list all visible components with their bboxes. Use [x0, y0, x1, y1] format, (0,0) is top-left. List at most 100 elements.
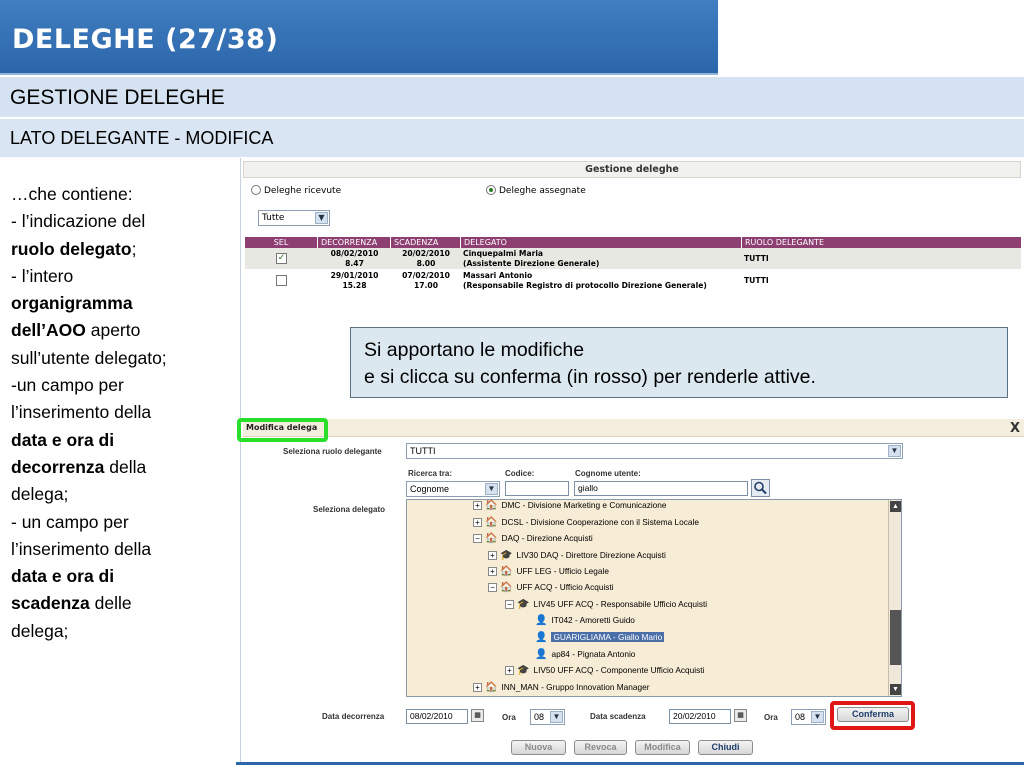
end-hour-select[interactable]: 08 ▼: [791, 709, 826, 725]
tree-node[interactable]: − 🏠 DAQ - Direzione Acquisti: [473, 531, 593, 545]
collapse-icon[interactable]: −: [505, 600, 514, 610]
desc-line: data e ora di: [11, 563, 236, 590]
delegate-label: Seleziona delegato: [313, 505, 386, 514]
search-label: Ricerca tra:: [408, 469, 453, 478]
dec-time: 15.28: [342, 280, 367, 290]
expand-icon[interactable]: +: [473, 501, 482, 511]
revoke-button[interactable]: Revoca: [574, 740, 627, 755]
tree-node-label: INN_MAN - Gruppo Innovation Manager: [501, 682, 650, 692]
tree-node[interactable]: − 🏠 UFF ACQ - Ufficio Acquisti: [488, 580, 614, 594]
desc-bold: ruolo delegato: [11, 238, 132, 259]
row-checkbox[interactable]: [276, 275, 287, 286]
scroll-thumb[interactable]: [890, 610, 901, 665]
tree-node[interactable]: + 🏠 DMC - Divisione Marketing e Comunicazi…: [473, 500, 667, 512]
sca-date: 20/02/2010: [402, 249, 450, 258]
col-ruolo: RUOLO DELEGANTE: [745, 238, 825, 247]
radio-received[interactable]: [251, 185, 261, 195]
tree-node-label: DMC - Divisione Marketing e Comunicazion…: [501, 500, 667, 510]
house-icon: 🏠: [500, 565, 513, 577]
sca-date: 07/02/2010: [402, 271, 450, 280]
tree-node-label: DAQ - Direzione Acquisti: [501, 533, 593, 543]
start-hour-select[interactable]: 08 ▼: [530, 709, 565, 725]
row-decorrenza: 08/02/2010 8.47: [318, 249, 391, 268]
chevron-down-icon: ▼: [550, 711, 563, 723]
tree-node[interactable]: + 🎓 LIV30 DAQ - Direttore Direzione Acquis…: [488, 548, 666, 562]
search-button[interactable]: [751, 479, 770, 497]
expand-icon[interactable]: +: [488, 551, 497, 561]
desc-line: - l’indicazione del: [11, 211, 146, 232]
radio-assigned-label: Deleghe assegnate: [499, 186, 586, 196]
expand-icon[interactable]: +: [488, 567, 497, 577]
start-hour-value: 08: [534, 712, 545, 722]
surname-input[interactable]: giallo: [574, 481, 748, 496]
desc-line: sull’utente delegato;: [11, 347, 167, 368]
code-label: Codice:: [505, 469, 535, 478]
user-icon: 👤: [535, 631, 548, 643]
delegate-role: (Assistente Direzione Generale): [463, 258, 600, 268]
calendar-icon[interactable]: ▦: [734, 709, 747, 722]
desc-bold: dell’AOO: [11, 320, 86, 341]
tree-node-selected[interactable]: 👤 GUARIGLIAMA - Giallo Mario: [535, 630, 665, 644]
desc-bold: data e ora di: [11, 429, 115, 450]
row-checkbox[interactable]: ✓: [276, 253, 287, 264]
tree-node[interactable]: − 🎓 LIV45 UFF ACQ - Responsabile Ufficio A…: [505, 597, 707, 611]
code-input[interactable]: [505, 481, 569, 496]
tree-node[interactable]: 👤 IT042 - Amoretti Guido: [535, 613, 635, 627]
row-ruolo: TUTTI: [744, 254, 769, 263]
tree-node[interactable]: + 🏠 DCSL - Divisione Cooperazione con il S…: [473, 515, 699, 529]
highlight-modifica: [237, 418, 328, 442]
desc-line: l’inserimento della: [11, 538, 152, 559]
col-sel: SEL: [245, 237, 318, 248]
edit-button[interactable]: Modifica: [635, 740, 690, 755]
start-date-label: Data decorrenza: [322, 712, 385, 721]
end-date-input[interactable]: 20/02/2010: [669, 709, 731, 724]
desc-line: decorrenza della: [11, 454, 236, 481]
calendar-icon[interactable]: ▦: [471, 709, 484, 722]
dec-time: 8.47: [345, 258, 364, 268]
radio-assigned[interactable]: [486, 185, 496, 195]
highlight-confirm: [830, 701, 915, 730]
delegate-name: Massari Antonio: [463, 271, 533, 280]
row-scadenza: 20/02/2010 8.00: [391, 249, 461, 268]
start-date-input[interactable]: 08/02/2010: [406, 709, 468, 724]
new-button[interactable]: Nuova: [511, 740, 566, 755]
tree-node[interactable]: + 🎓 LIV50 UFF ACQ - Componente Ufficio Acq…: [505, 663, 704, 677]
chevron-down-icon: ▼: [811, 711, 824, 723]
close-button[interactable]: Chiudi: [698, 740, 753, 755]
filter-select[interactable]: Tutte ▼: [258, 210, 330, 226]
expand-icon[interactable]: +: [505, 666, 514, 676]
search-field-select[interactable]: Cognome ▼: [406, 481, 500, 497]
tree-node-label: LIV45 UFF ACQ - Responsabile Ufficio Acq…: [533, 599, 708, 609]
tree-node[interactable]: + 🏠 UFF LEG - Ufficio Legale: [488, 564, 609, 578]
desc-text: delle: [89, 593, 132, 614]
section-bar: LATO DELEGANTE - MODIFICA: [0, 119, 1024, 157]
collapse-icon[interactable]: −: [473, 534, 482, 544]
sca-time: 17.00: [413, 280, 439, 290]
table-row[interactable]: ✓ 08/02/2010 8.47 20/02/2010 8.00 Cinquepa…: [245, 248, 1021, 269]
tree-node[interactable]: 👤 ap84 - Pignata Antonio: [535, 647, 635, 661]
expand-icon[interactable]: +: [473, 518, 482, 528]
close-icon[interactable]: X: [1010, 421, 1020, 436]
role-select[interactable]: TUTTI ▼: [406, 443, 903, 459]
tree-node-label: LIV50 UFF ACQ - Componente Ufficio Acqui…: [533, 665, 705, 675]
modifica-header: Modifica delega X: [243, 419, 1024, 437]
callout-line: e si clicca su conferma (in rosso) per r…: [364, 366, 816, 388]
user-icon: 👤: [535, 648, 548, 660]
house-icon: 🏠: [485, 532, 498, 544]
tree-node[interactable]: + 🏠 INN_MAN - Gruppo Innovation Manager: [473, 680, 650, 694]
row-ruolo: TUTTI: [744, 276, 769, 285]
section-title: LATO DELEGANTE - MODIFICA: [10, 128, 274, 148]
table-row[interactable]: 29/01/2010 15.28 07/02/2010 17.00 Massari …: [245, 270, 1021, 291]
scroll-down-icon[interactable]: ▼: [890, 684, 901, 695]
tree-scrollbar[interactable]: ▲ ▼: [888, 500, 901, 696]
desc-line: delega;: [11, 484, 69, 505]
row-delegato: Massari Antonio (Responsabile Registro di…: [463, 271, 707, 290]
app-title: Gestione deleghe: [243, 161, 1021, 178]
collapse-icon[interactable]: −: [488, 583, 497, 593]
expand-icon[interactable]: +: [473, 683, 482, 693]
org-tree[interactable]: + 🏠 DMC - Divisione Marketing e Comunicazi…: [406, 499, 902, 697]
subtitle-bar: GESTIONE DELEGHE: [0, 77, 1024, 117]
footer-rule: [236, 762, 1024, 765]
sca-time: 8.00: [416, 258, 436, 268]
scroll-up-icon[interactable]: ▲: [890, 501, 901, 512]
